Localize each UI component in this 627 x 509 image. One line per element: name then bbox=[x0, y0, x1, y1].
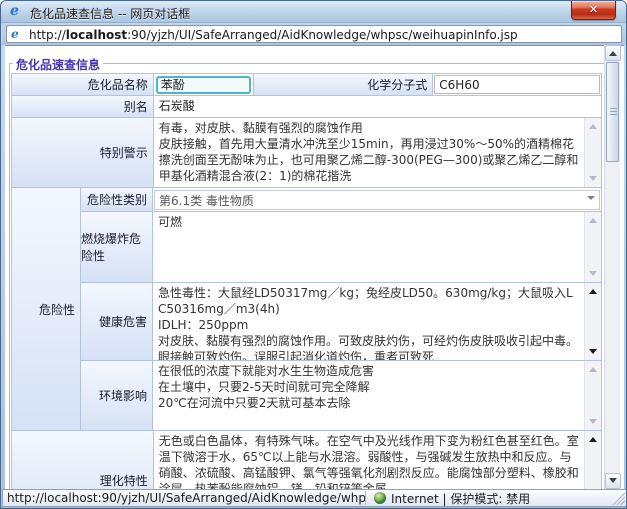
formula-input[interactable]: C6H60 bbox=[434, 75, 600, 94]
fieldset-legend: 危化品速查信息 bbox=[13, 56, 103, 73]
url-protocol: http:// bbox=[29, 28, 66, 42]
phys-cell: 无色或白色晶体，有特殊气味。在空气中及光线作用下变为粉红色甚至红色。室温下微溶于… bbox=[154, 431, 602, 489]
scrollbar-grip-icon bbox=[610, 108, 617, 116]
table-row: 环境影响 在很低的浓度下就能对水生生物造成危害 在土壤中，只要2-5天时间就可完… bbox=[81, 361, 602, 431]
scrollbar-up-button[interactable] bbox=[605, 45, 621, 61]
alias-label: 别名 bbox=[12, 96, 154, 118]
scroll-up-icon[interactable] bbox=[589, 124, 597, 129]
fire-scrollbar[interactable] bbox=[584, 212, 601, 282]
scrollbar-down-button[interactable] bbox=[605, 473, 621, 489]
scroll-up-icon bbox=[609, 51, 617, 56]
env-cell: 在很低的浓度下就能对水生生物造成危害 在土壤中，只要2-5天时间就可完全降解 2… bbox=[153, 361, 602, 431]
health-scrollbar[interactable] bbox=[584, 283, 601, 360]
status-zone-text: Internet | 保护模式: 禁用 bbox=[391, 490, 530, 507]
scroll-up-icon[interactable] bbox=[589, 437, 597, 442]
alias-input[interactable]: 石炭酸 bbox=[154, 96, 601, 117]
table-row: 理化特性 无色或白色晶体，有特殊气味。在空气中及光线作用下变为粉红色甚至红色。室… bbox=[12, 431, 602, 489]
scroll-down-icon[interactable] bbox=[589, 419, 597, 424]
warning-cell: 有毒，对皮肤、黏膜有强烈的腐蚀作用 皮肤接触，首先用大量清水冲洗至少15min，… bbox=[154, 118, 602, 188]
hazard-class-cell: 第6.1类 毒性物质 bbox=[153, 188, 602, 212]
url-path: :90/yjzh/UI/SafeArranged/AidKnowledge/wh… bbox=[127, 28, 517, 42]
health-label: 健康危害 bbox=[81, 283, 153, 361]
resize-grip[interactable] bbox=[611, 491, 625, 505]
formula-label: 化学分子式 bbox=[254, 74, 434, 96]
status-bar: http://localhost:90/yjzh/UI/SafeArranged… bbox=[2, 489, 627, 507]
url-domain: localhost bbox=[66, 28, 127, 42]
close-button[interactable]: ✕ bbox=[571, 1, 616, 20]
health-cell: 急性毒性：大鼠经LD50317mg／kg；兔经皮LD50。630mg/kg；大鼠… bbox=[153, 283, 602, 361]
hazard-group-row: 危险性 危险性类别 第6.1类 毒性物质 燃烧爆炸危险性 可燃 bbox=[12, 188, 602, 431]
formula-cell: C6H60 bbox=[433, 74, 602, 96]
address-bar: e http://localhost:90/yjzh/UI/SafeArrang… bbox=[2, 23, 627, 45]
ie-page-icon: e bbox=[11, 27, 25, 41]
scroll-down-icon[interactable] bbox=[589, 176, 597, 181]
table-row: 健康危害 急性毒性：大鼠经LD50317mg／kg；兔经皮LD50。630mg/… bbox=[81, 283, 602, 361]
ie-icon: e bbox=[10, 4, 25, 19]
scroll-up-icon[interactable] bbox=[589, 289, 597, 294]
status-zone: Internet | 保护模式: 禁用 bbox=[365, 491, 530, 505]
env-scrollbar[interactable] bbox=[584, 361, 601, 430]
table-row: 特别警示 有毒，对皮肤、黏膜有强烈的腐蚀作用 皮肤接触，首先用大量清水冲洗至少1… bbox=[12, 118, 602, 188]
warning-scrollbar[interactable] bbox=[584, 118, 601, 187]
phys-textarea[interactable]: 无色或白色晶体，有特殊气味。在空气中及光线作用下变为粉红色甚至红色。室温下微溶于… bbox=[154, 431, 601, 489]
title-bar[interactable]: e 危化品速查信息 -- 网页对话框 ✕ bbox=[1, 1, 627, 23]
table-row: 燃烧爆炸危险性 可燃 bbox=[81, 212, 602, 283]
table-row: 危化品名称 苯酚 化学分子式 C6H60 bbox=[12, 74, 602, 96]
hazard-class-select[interactable]: 第6.1类 毒性物质 bbox=[154, 190, 600, 210]
hazard-class-label: 危险性类别 bbox=[81, 188, 153, 212]
name-label: 危化品名称 bbox=[12, 74, 154, 96]
dropdown-arrow-icon[interactable] bbox=[587, 196, 595, 200]
warning-label: 特别警示 bbox=[12, 118, 154, 188]
scroll-down-icon[interactable] bbox=[589, 271, 597, 276]
page-content: 危化品速查信息 危化品名称 苯酚 化学分子式 C6H60 别名 石炭酸 bbox=[5, 45, 624, 489]
health-textarea[interactable]: 急性毒性：大鼠经LD50317mg／kg；兔经皮LD50。630mg/kg；大鼠… bbox=[153, 283, 601, 360]
chemical-info-table: 危化品名称 苯酚 化学分子式 C6H60 别名 石炭酸 特别警示 bbox=[11, 73, 602, 489]
hazard-subrows: 危险性类别 第6.1类 毒性物质 燃烧爆炸危险性 可燃 bbox=[81, 188, 602, 431]
alias-cell: 石炭酸 bbox=[154, 96, 602, 118]
table-row: 危险性类别 第6.1类 毒性物质 bbox=[81, 188, 602, 212]
scroll-down-icon bbox=[609, 478, 617, 483]
scroll-down-icon[interactable] bbox=[589, 349, 597, 354]
scrollbar-thumb[interactable] bbox=[606, 62, 619, 162]
address-input[interactable]: e http://localhost:90/yjzh/UI/SafeArrang… bbox=[6, 25, 622, 43]
warning-textarea[interactable]: 有毒，对皮肤、黏膜有强烈的腐蚀作用 皮肤接触，首先用大量清水冲洗至少15min，… bbox=[154, 118, 601, 187]
env-textarea[interactable]: 在很低的浓度下就能对水生生物造成危害 在土壤中，只要2-5天时间就可完全降解 2… bbox=[153, 361, 601, 430]
address-url: http://localhost:90/yjzh/UI/SafeArranged… bbox=[29, 28, 518, 42]
scroll-up-icon[interactable] bbox=[589, 367, 597, 372]
dialog-window: e 危化品速查信息 -- 网页对话框 ✕ e http://localhost:… bbox=[0, 0, 627, 509]
phys-label: 理化特性 bbox=[12, 431, 154, 489]
fire-cell: 可燃 bbox=[153, 212, 602, 283]
env-label: 环境影响 bbox=[81, 361, 153, 431]
phys-scrollbar[interactable] bbox=[584, 431, 601, 489]
hazard-group-label: 危险性 bbox=[12, 188, 81, 431]
window-title: 危化品速查信息 -- 网页对话框 bbox=[30, 5, 190, 22]
table-row: 别名 石炭酸 bbox=[12, 96, 602, 118]
page-scrollbar[interactable] bbox=[604, 45, 620, 489]
name-cell: 苯酚 bbox=[154, 74, 254, 96]
status-url: http://localhost:90/yjzh/UI/SafeArranged… bbox=[3, 491, 365, 505]
scroll-up-icon[interactable] bbox=[589, 218, 597, 223]
internet-zone-icon bbox=[374, 492, 386, 504]
fire-textarea[interactable]: 可燃 bbox=[153, 212, 601, 282]
chemical-name-input[interactable]: 苯酚 bbox=[156, 76, 251, 94]
fire-label: 燃烧爆炸危险性 bbox=[81, 212, 153, 283]
